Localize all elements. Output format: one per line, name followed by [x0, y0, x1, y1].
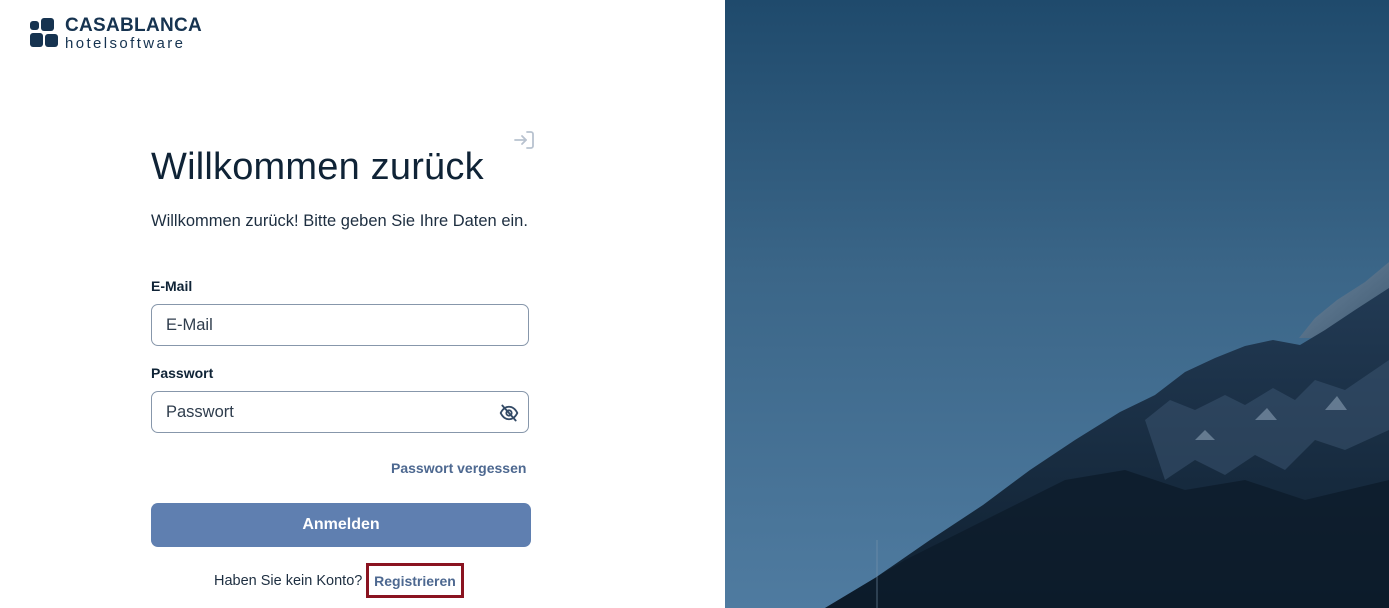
- brand-name: CASABLANCA: [65, 15, 203, 36]
- register-link[interactable]: Registrieren: [366, 563, 464, 598]
- no-account-text: Haben Sie kein Konto?: [214, 573, 363, 589]
- logo-mark-icon: [30, 17, 58, 50]
- password-label: Passwort: [151, 365, 214, 381]
- login-button[interactable]: Anmelden: [151, 503, 531, 547]
- brand-subtitle: hotelsoftware: [65, 35, 186, 52]
- page-description: Willkommen zurück! Bitte geben Sie Ihre …: [151, 212, 528, 230]
- email-label: E-Mail: [151, 278, 193, 294]
- email-field[interactable]: [151, 304, 529, 346]
- eye-off-icon[interactable]: [499, 403, 519, 423]
- login-arrow-icon: [514, 131, 534, 149]
- brand-logo: CASABLANCA hotelsoftware: [30, 16, 202, 51]
- forgot-password-link[interactable]: Passwort vergessen: [391, 460, 526, 476]
- page-title: Willkommen zurück: [151, 146, 484, 188]
- password-field[interactable]: [151, 391, 529, 433]
- mountain-landscape-picture: [725, 0, 1389, 608]
- background-mountain-image: [725, 0, 1389, 608]
- login-panel: CASABLANCA hotelsoftware Willkommen zurü…: [0, 0, 725, 608]
